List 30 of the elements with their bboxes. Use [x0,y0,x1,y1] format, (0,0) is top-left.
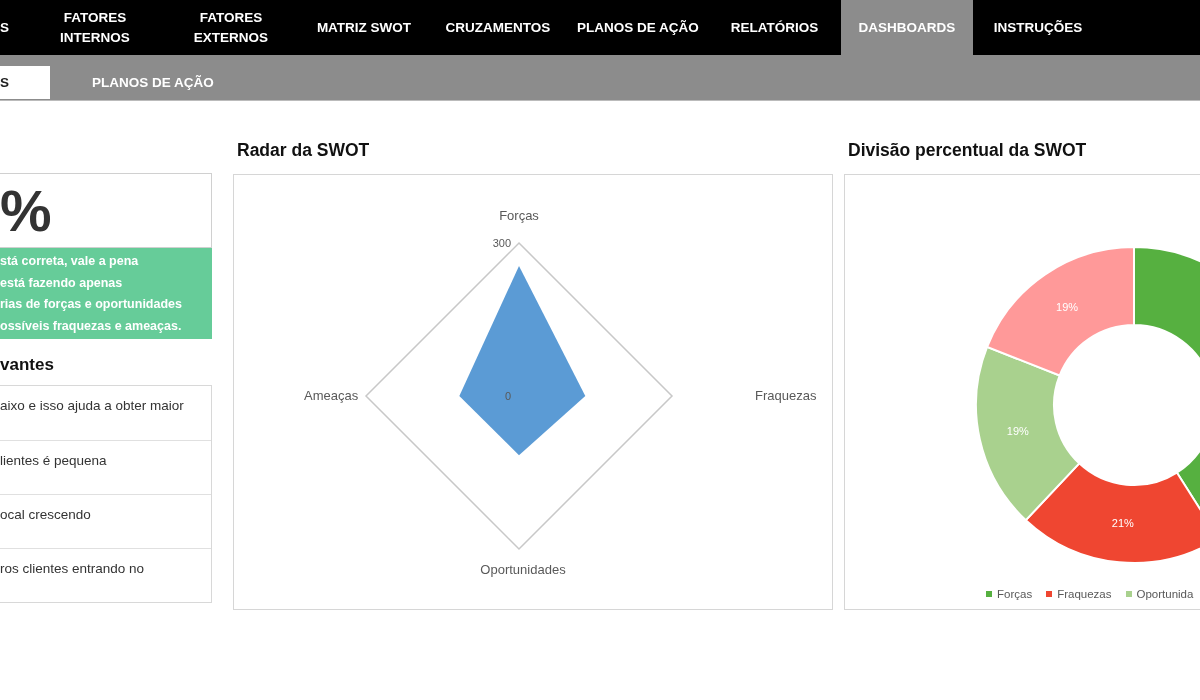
legend-label: Oportunida [1136,588,1194,600]
section-title: vantes [0,355,55,375]
message-banner: stá correta, vale a pena está fazendo apenas rias de forças e oportunidades ossíveis fraquezas e ameaças. [0,248,212,339]
nav-tab[interactable]: CRUZAMENTOS [428,0,568,55]
nav-tab[interactable]: S [0,0,28,55]
axis-label: Fraquezas [755,388,817,403]
chart-title: Radar da SWOT [236,139,371,162]
nav-tab[interactable]: MATRIZ SWOT [300,0,428,55]
tick-label: 0 [504,390,511,402]
nav-tab[interactable]: FATORES INTERNOS [28,0,162,55]
list-item-text: ocal crescendo [0,507,91,522]
axis-label: Forças [499,208,539,223]
data-label: 19% [1056,300,1079,313]
legend-label: Forças [997,588,1033,600]
score-value: % [0,180,52,241]
list-item-text: aixo e isso ajuda a obter maior [0,398,184,413]
nav-tab[interactable]: FATORES EXTERNOS [162,0,300,55]
list-item-text: ros clientes entrando no [0,561,145,576]
legend-label: Fraquezas [1057,588,1112,600]
nav-tab[interactable]: RELATÓRIOS [708,0,841,55]
axis-label: Oportunidades [480,562,566,577]
axis-label: Ameaças [304,388,359,403]
tick-label: 300 [492,237,511,249]
data-label: 21% [1111,517,1134,530]
data-label: 19% [1006,424,1029,437]
sub-tab[interactable]: S [0,66,50,99]
nav-tab[interactable]: INSTRUÇÕES [973,0,1103,55]
nav-tab[interactable]: PLANOS DE AÇÃO [568,0,708,55]
list-item-text: lientes é pequena [0,453,107,468]
chart-title: Divisão percentual da SWOT [847,139,1088,162]
